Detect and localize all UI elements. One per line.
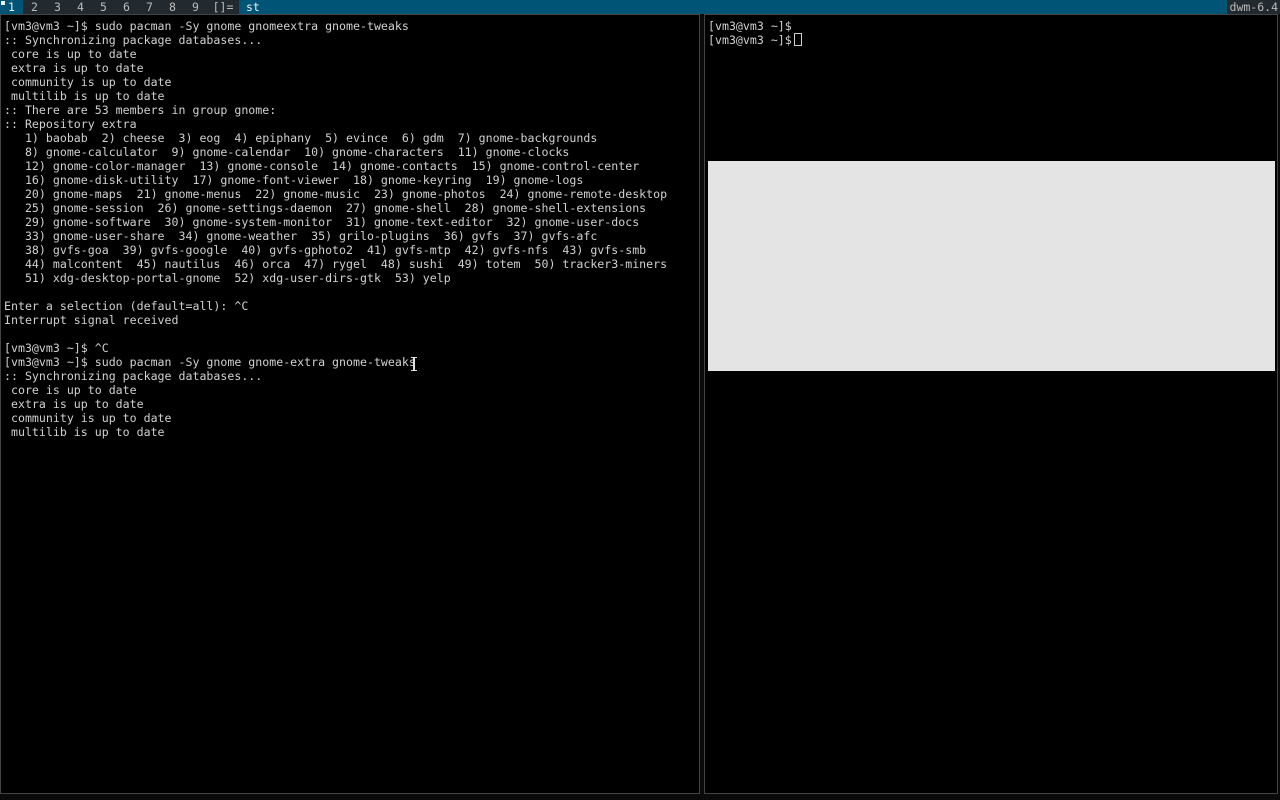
terminal-line: core is up to date — [4, 383, 699, 397]
terminal-line: [vm3@vm3 ~]$ ^C — [4, 341, 699, 355]
tag-label: 5 — [100, 0, 107, 14]
terminal-line: multilib is up to date — [4, 89, 699, 103]
terminal-line-text: 38) gvfs-goa 39) gvfs-google 40) gvfs-gp… — [4, 243, 647, 257]
text-cursor-icon — [411, 357, 417, 371]
terminal-line-text: 51) xdg-desktop-portal-gnome 52) xdg-use… — [4, 271, 451, 285]
terminal-line-text: 29) gnome-software 30) gnome-system-moni… — [4, 215, 640, 229]
tag-label: 6 — [123, 0, 130, 14]
tag-7[interactable]: 7 — [138, 0, 161, 14]
terminal-line: core is up to date — [4, 47, 699, 61]
terminal-line: :: There are 53 members in group gnome: — [4, 103, 699, 117]
terminal-line: 8) gnome-calculator 9) gnome-calendar 10… — [4, 145, 699, 159]
tag-6[interactable]: 6 — [115, 0, 138, 14]
terminal-line: 25) gnome-session 26) gnome-settings-dae… — [4, 201, 699, 215]
terminal-line-text: 44) malcontent 45) nautilus 46) orca 47)… — [4, 257, 668, 271]
terminal-line: 29) gnome-software 30) gnome-system-moni… — [4, 215, 699, 229]
terminal-line-text: :: Synchronizing package databases... — [4, 33, 263, 47]
terminal-line: 12) gnome-color-manager 13) gnome-consol… — [4, 159, 699, 173]
terminal-line-text: core is up to date — [4, 47, 137, 61]
terminal-line: [vm3@vm3 ~]$ sudo pacman -Sy gnome gnome… — [4, 355, 699, 369]
tag-2[interactable]: 2 — [23, 0, 46, 14]
terminal-cursor-icon — [793, 33, 802, 46]
window-title: st — [239, 0, 1227, 14]
tag-label: 3 — [54, 0, 61, 14]
terminal-line-text: extra is up to date — [4, 61, 144, 75]
terminal-line: :: Synchronizing package databases... — [4, 369, 699, 383]
terminal-line-text: Interrupt signal received — [4, 313, 179, 327]
terminal-window-right[interactable]: [vm3@vm3 ~]$ [vm3@vm3 ~]$ — [704, 14, 1278, 794]
terminal-line: 20) gnome-maps 21) gnome-menus 22) gnome… — [4, 187, 699, 201]
tag-1[interactable]: 1 — [0, 0, 23, 14]
terminal-line-text: :: There are 53 members in group gnome: — [4, 103, 277, 117]
terminal-line: 1) baobab 2) cheese 3) eog 4) epiphany 5… — [4, 131, 699, 145]
tag-label: 1 — [8, 0, 15, 14]
terminal-line-text: 25) gnome-session 26) gnome-settings-dae… — [4, 201, 647, 215]
occupied-indicator-icon — [1, 1, 5, 5]
layout-symbol[interactable]: []= — [207, 0, 239, 14]
terminal-line-text: 16) gnome-disk-utility 17) gnome-font-vi… — [4, 173, 584, 187]
terminal-line-text: [vm3@vm3 ~]$ sudo pacman -Sy gnome gnome… — [4, 19, 409, 33]
terminal-line: extra is up to date — [4, 61, 699, 75]
terminal-line-text: [vm3@vm3 ~]$ — [708, 33, 792, 47]
terminal-line: 33) gnome-user-share 34) gnome-weather 3… — [4, 229, 699, 243]
terminal-line-text: 1) baobab 2) cheese 3) eog 4) epiphany 5… — [4, 131, 598, 145]
terminal-line-text: [vm3@vm3 ~]$ — [708, 19, 792, 33]
tag-label: 2 — [31, 0, 38, 14]
tag-label: 8 — [169, 0, 176, 14]
terminal-line-text: 20) gnome-maps 21) gnome-menus 22) gnome… — [4, 187, 668, 201]
tag-label: 7 — [146, 0, 153, 14]
terminal-line-text: 33) gnome-user-share 34) gnome-weather 3… — [4, 229, 598, 243]
terminal-line: [vm3@vm3 ~]$ — [708, 19, 1277, 33]
tag-label: 4 — [77, 0, 84, 14]
terminal-line: extra is up to date — [4, 397, 699, 411]
tag-4[interactable]: 4 — [69, 0, 92, 14]
terminal-line-text: multilib is up to date — [4, 89, 165, 103]
terminal-line-text: Enter a selection (default=all): ^C — [4, 299, 249, 313]
terminal-line: community is up to date — [4, 411, 699, 425]
terminal-line: :: Repository extra — [4, 117, 699, 131]
terminal-window-left[interactable]: [vm3@vm3 ~]$ sudo pacman -Sy gnome gnome… — [0, 14, 700, 794]
status-text: dwm-6.4 — [1226, 0, 1280, 14]
terminal-line: multilib is up to date — [4, 425, 699, 439]
dwm-bar: 1 2 3 4 5 6 7 8 9 []= st dwm-6.4 — [0, 0, 1280, 14]
terminal-line: Enter a selection (default=all): ^C — [4, 299, 699, 313]
terminal-line-text: [vm3@vm3 ~]$ sudo pacman -Sy gnome gnome… — [4, 355, 416, 369]
tag-3[interactable]: 3 — [46, 0, 69, 14]
terminal-line: [vm3@vm3 ~]$ sudo pacman -Sy gnome gnome… — [4, 19, 699, 33]
tag-9[interactable]: 9 — [184, 0, 207, 14]
terminal-line-text: community is up to date — [4, 411, 172, 425]
terminal-output: [vm3@vm3 ~]$ [vm3@vm3 ~]$ — [708, 19, 1277, 47]
tag-8[interactable]: 8 — [161, 0, 184, 14]
terminal-line-text: core is up to date — [4, 383, 137, 397]
terminal-line: [vm3@vm3 ~]$ — [708, 33, 1277, 47]
blank-overlay-rectangle — [708, 161, 1275, 371]
terminal-line: community is up to date — [4, 75, 699, 89]
terminal-line-text: extra is up to date — [4, 397, 144, 411]
terminal-line: 51) xdg-desktop-portal-gnome 52) xdg-use… — [4, 271, 699, 285]
terminal-line: Interrupt signal received — [4, 313, 699, 327]
terminal-line-text: 12) gnome-color-manager 13) gnome-consol… — [4, 159, 640, 173]
terminal-line-text: 8) gnome-calculator 9) gnome-calendar 10… — [4, 145, 570, 159]
terminal-output: [vm3@vm3 ~]$ sudo pacman -Sy gnome gnome… — [4, 19, 699, 439]
terminal-line-text: :: Repository extra — [4, 117, 137, 131]
terminal-line-text: :: Synchronizing package databases... — [4, 369, 263, 383]
terminal-line: 44) malcontent 45) nautilus 46) orca 47)… — [4, 257, 699, 271]
terminal-line-text: multilib is up to date — [4, 425, 165, 439]
tag-label: 9 — [192, 0, 199, 14]
terminal-line-text: community is up to date — [4, 75, 172, 89]
terminal-line: :: Synchronizing package databases... — [4, 33, 699, 47]
tag-5[interactable]: 5 — [92, 0, 115, 14]
terminal-line-text: [vm3@vm3 ~]$ ^C — [4, 341, 109, 355]
terminal-line: 16) gnome-disk-utility 17) gnome-font-vi… — [4, 173, 699, 187]
terminal-line: 38) gvfs-goa 39) gvfs-google 40) gvfs-gp… — [4, 243, 699, 257]
